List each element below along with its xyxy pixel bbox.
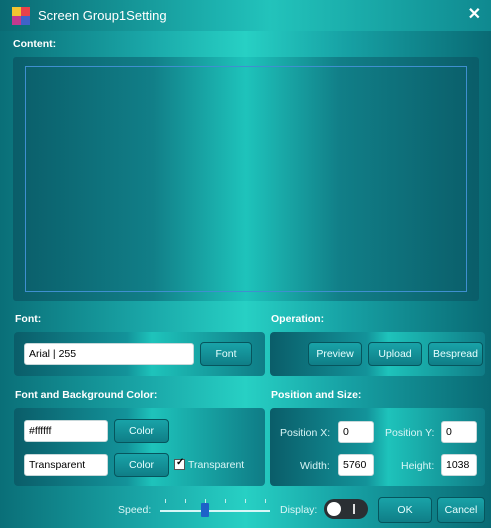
color-section-label: Font and Background Color: <box>15 389 158 401</box>
position-x-field[interactable] <box>338 421 374 443</box>
toggle-indicator-icon <box>353 504 355 514</box>
slider-tick <box>245 499 246 503</box>
preview-button[interactable]: Preview <box>308 342 362 366</box>
font-color-field[interactable] <box>24 420 108 442</box>
title-bar[interactable]: Screen Group1Setting ✕ <box>0 0 491 31</box>
close-icon[interactable]: ✕ <box>468 4 481 24</box>
position-panel: Position X: Position Y: Width: Height: <box>270 408 485 486</box>
height-label: Height: <box>401 460 435 472</box>
slider-tick <box>225 499 226 503</box>
content-label: Content: <box>13 38 57 50</box>
position-y-label: Position Y: <box>385 427 435 439</box>
slider-tick <box>185 499 186 503</box>
font-panel: Font <box>14 332 265 376</box>
app-logo-icon <box>12 7 30 25</box>
display-label: Display: <box>280 504 318 516</box>
bespread-button[interactable]: Bespread <box>428 342 483 366</box>
width-label: Width: <box>300 460 330 472</box>
speed-slider-track[interactable] <box>160 510 270 512</box>
cancel-button[interactable]: Cancel <box>437 497 485 523</box>
font-field[interactable] <box>24 343 194 365</box>
slider-tick <box>265 499 266 503</box>
upload-button[interactable]: Upload <box>368 342 422 366</box>
operation-panel: Preview Upload Bespread <box>270 332 485 376</box>
background-color-button[interactable]: Color <box>114 453 169 477</box>
content-textarea[interactable] <box>25 66 467 292</box>
position-x-label: Position X: <box>280 427 331 439</box>
toggle-knob <box>327 502 341 516</box>
content-panel <box>13 57 479 301</box>
position-y-field[interactable] <box>441 421 477 443</box>
slider-tick <box>165 499 166 503</box>
operation-label: Operation: <box>271 313 325 325</box>
check-icon: ✓ <box>176 457 185 468</box>
transparent-label: Transparent <box>188 459 245 471</box>
display-toggle[interactable] <box>324 499 368 519</box>
window-title: Screen Group1Setting <box>38 8 167 23</box>
color-panel: Color Color ✓ Transparent <box>14 408 265 486</box>
position-section-label: Position and Size: <box>271 389 362 401</box>
font-color-button[interactable]: Color <box>114 419 169 443</box>
font-button[interactable]: Font <box>200 342 252 366</box>
speed-label: Speed: <box>118 504 152 516</box>
settings-window: Screen Group1Setting ✕ Content: Font: Fo… <box>0 0 491 528</box>
ok-button[interactable]: OK <box>378 497 432 523</box>
transparent-checkbox[interactable]: ✓ <box>174 457 185 470</box>
speed-slider-thumb[interactable] <box>201 503 209 517</box>
width-field[interactable] <box>338 454 374 476</box>
height-field[interactable] <box>441 454 477 476</box>
background-color-field[interactable] <box>24 454 108 476</box>
font-label: Font: <box>15 313 42 325</box>
